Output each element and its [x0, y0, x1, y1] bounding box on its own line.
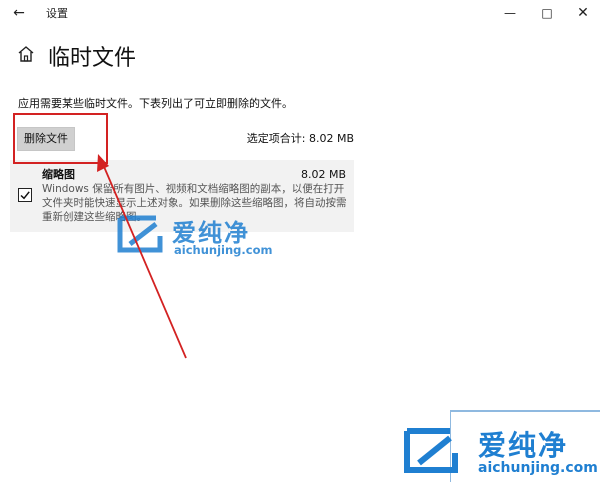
annotation-arrow-icon	[97, 154, 187, 359]
